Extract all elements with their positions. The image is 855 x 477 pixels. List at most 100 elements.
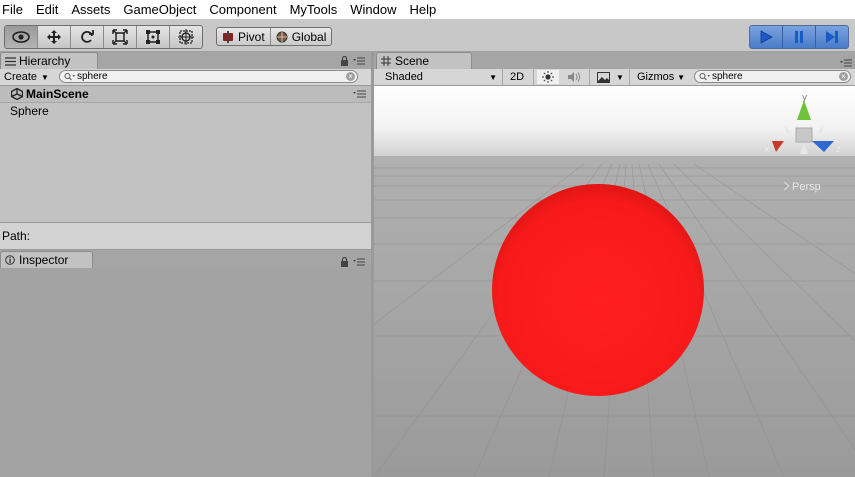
scene-search-value: sphere [712, 71, 743, 82]
scene-name: MainScene [26, 87, 89, 101]
red-sphere[interactable] [492, 184, 704, 396]
axis-z-label: z [836, 145, 841, 155]
lock-icon[interactable] [340, 56, 349, 66]
pivot-button[interactable]: Pivot [217, 28, 271, 45]
axis-x-label: x [764, 145, 770, 155]
play-icon [760, 30, 773, 44]
main-toolbar: Pivot Global [0, 19, 855, 52]
list-item[interactable]: Sphere [10, 103, 49, 119]
playback-controls [749, 25, 849, 49]
separator [502, 69, 503, 85]
hierarchy-subbar: Create ▼ sphere × [0, 69, 371, 86]
scene-header-row[interactable]: MainScene [0, 86, 371, 103]
pivot-label: Pivot [238, 29, 265, 44]
panel-menu-icon[interactable] [840, 58, 852, 68]
scene-viewport[interactable]: y x z Persp [374, 86, 855, 477]
list-icon [5, 56, 16, 66]
panel-menu-icon[interactable] [353, 257, 365, 267]
step-icon [826, 31, 838, 43]
dropdown-arrow-icon: ▼ [616, 72, 624, 82]
persp-label[interactable]: Persp [792, 181, 821, 193]
sun-icon [542, 71, 554, 83]
2d-toggle-button[interactable]: 2D [505, 70, 529, 84]
dropdown-arrow-icon: ▼ [677, 72, 685, 82]
menu-bar: File Edit Assets GameObject Component My… [0, 0, 855, 19]
sky [374, 86, 855, 164]
step-button[interactable] [816, 26, 848, 48]
menu-mytools[interactable]: MyTools [284, 0, 345, 19]
pivot-icon [223, 30, 233, 43]
search-icon [64, 73, 75, 81]
effects-toggle-button[interactable] [593, 70, 613, 84]
menu-window[interactable]: Window [344, 0, 403, 19]
menu-file[interactable]: File [0, 0, 30, 19]
tab-inspector[interactable]: Inspector [0, 251, 93, 268]
inspector-panel [0, 268, 371, 477]
transform-tools [4, 25, 203, 49]
scene-search-input[interactable]: sphere × [694, 70, 851, 83]
scene-panel-icons [840, 58, 852, 68]
transform-tool-button[interactable] [170, 26, 202, 48]
view-tool-button[interactable] [5, 26, 38, 48]
scene-tab-label: Scene [395, 54, 430, 68]
rect-icon [146, 30, 160, 44]
separator [533, 69, 534, 85]
effects-dropdown[interactable]: ▼ [614, 70, 626, 84]
clear-search-icon[interactable]: × [839, 72, 848, 81]
axis-y-label: y [802, 93, 808, 103]
rotate-icon [81, 30, 94, 43]
gizmos-dropdown[interactable]: Gizmos ▼ [637, 70, 685, 84]
search-icon [699, 73, 710, 81]
shading-mode-dropdown[interactable]: Shaded ▼ [385, 70, 497, 84]
move-tool-button[interactable] [38, 26, 71, 48]
pivot-global-toggle: Pivot Global [216, 27, 333, 46]
inspector-tab-label: Inspector [19, 253, 69, 267]
hierarchy-search-input[interactable]: sphere × [59, 70, 358, 83]
separator [589, 69, 590, 85]
audio-toggle-button[interactable] [563, 70, 585, 84]
lighting-toggle-button[interactable] [537, 70, 559, 84]
global-label: Global [291, 29, 327, 44]
pause-button[interactable] [783, 26, 816, 48]
clear-search-icon[interactable]: × [346, 72, 355, 81]
panel-menu-icon[interactable] [353, 56, 365, 66]
menu-help[interactable]: Help [404, 0, 444, 19]
eye-icon [12, 31, 30, 43]
menu-gameobject[interactable]: GameObject [117, 0, 203, 19]
pause-icon [795, 31, 803, 43]
gizmos-label: Gizmos [637, 71, 675, 83]
lock-icon[interactable] [340, 257, 349, 267]
image-icon [596, 71, 610, 83]
transform-icon [178, 29, 194, 45]
shading-mode-label: Shaded [385, 71, 423, 83]
move-arrows-icon [47, 30, 61, 44]
hierarchy-tab-label: Hierarchy [19, 54, 71, 68]
tab-scene[interactable]: Scene [376, 52, 472, 69]
dropdown-arrow-icon: ▼ [41, 72, 49, 82]
global-button[interactable]: Global [271, 28, 332, 45]
create-dropdown[interactable]: Create ▼ [4, 70, 49, 84]
center-cube-icon[interactable] [795, 127, 813, 143]
scale-icon [112, 29, 128, 45]
scale-tool-button[interactable] [104, 26, 137, 48]
unity-logo-icon [11, 88, 23, 100]
rect-tool-button[interactable] [137, 26, 170, 48]
scene-toolbar: Shaded ▼ 2D ▼ Gizmos ▼ sphere × [374, 69, 855, 86]
info-icon [5, 255, 15, 265]
path-bar: Path: [0, 222, 371, 250]
speaker-icon [568, 72, 580, 82]
scene-menu-icon[interactable] [353, 89, 367, 99]
hierarchy-panel-icons [340, 56, 365, 66]
menu-edit[interactable]: Edit [30, 0, 65, 19]
dropdown-arrow-icon: ▼ [489, 72, 497, 82]
menu-assets[interactable]: Assets [65, 0, 117, 19]
rotate-tool-button[interactable] [71, 26, 104, 48]
2d-label: 2D [509, 71, 525, 83]
hierarchy-search-value: sphere [77, 71, 108, 82]
play-button[interactable] [750, 26, 783, 48]
inspector-panel-icons [340, 257, 365, 267]
tab-hierarchy[interactable]: Hierarchy [0, 52, 98, 69]
menu-component[interactable]: Component [203, 0, 283, 19]
path-label: Path: [2, 229, 31, 243]
globe-icon [276, 31, 288, 42]
